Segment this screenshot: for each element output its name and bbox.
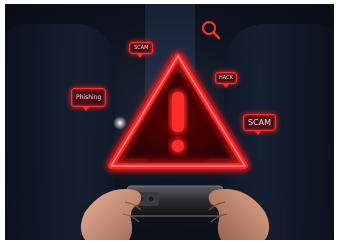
hands-with-phone (65, 185, 285, 240)
phishing-label: Phishing (71, 88, 107, 111)
warning-triangle-icon (108, 53, 248, 169)
photo: SCAM HACK Phishing SCAM (5, 4, 334, 240)
search-icon (202, 21, 221, 40)
